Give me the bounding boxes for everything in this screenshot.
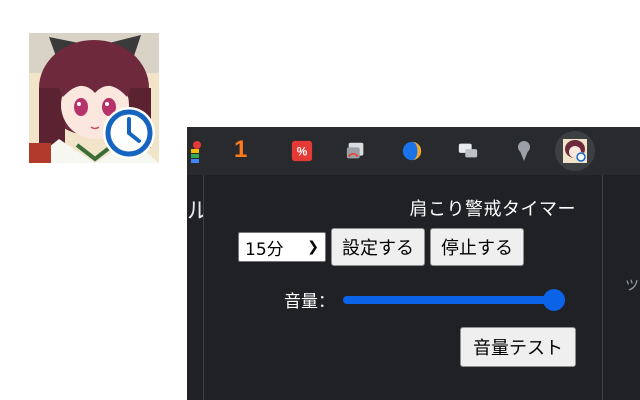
timer-controls: 15分 ❯ 設定する 停止する <box>238 228 524 266</box>
volume-slider-track <box>343 295 565 304</box>
anime-girl-timer-icon <box>29 33 159 163</box>
volume-slider-thumb[interactable] <box>543 288 565 311</box>
popup-title: 肩こり警戒タイマー <box>409 199 576 220</box>
browser-window: 1 % ル ツ 肩こり警戒タイマー 15分 ❯ 設定する 停止する 音量： 音量… <box>187 127 640 400</box>
set-button[interactable]: 設定する <box>331 228 425 266</box>
window-cast-icon[interactable] <box>345 139 367 163</box>
chat-icon[interactable] <box>457 139 479 163</box>
volume-test-row: 音量テスト <box>460 327 576 367</box>
interval-select[interactable]: 15分 ❯ <box>238 232 326 262</box>
orange-badge-icon[interactable]: 1 <box>234 136 247 164</box>
stop-button[interactable]: 停止する <box>430 228 524 266</box>
red-tag-icon[interactable]: % <box>291 139 313 163</box>
extension-popup: 肩こり警戒タイマー 15分 ❯ 設定する 停止する 音量： 音量テスト <box>203 175 603 400</box>
moon-icon[interactable] <box>401 139 423 163</box>
extensions-toolbar: 1 % <box>187 127 640 175</box>
colored-dots-icon[interactable] <box>187 139 209 163</box>
page-text-fragment-right: ツ <box>625 277 639 293</box>
volume-test-button[interactable]: 音量テスト <box>460 327 576 367</box>
extension-avatar-icon[interactable] <box>555 131 595 171</box>
svg-text:%: % <box>297 145 308 159</box>
volume-slider[interactable] <box>343 288 565 311</box>
map-pin-icon[interactable] <box>513 139 535 163</box>
interval-select-value: 15分 <box>245 239 284 260</box>
chevron-down-icon: ❯ <box>307 239 319 255</box>
volume-label: 音量： <box>284 292 335 312</box>
volume-row: 音量： <box>284 287 565 312</box>
